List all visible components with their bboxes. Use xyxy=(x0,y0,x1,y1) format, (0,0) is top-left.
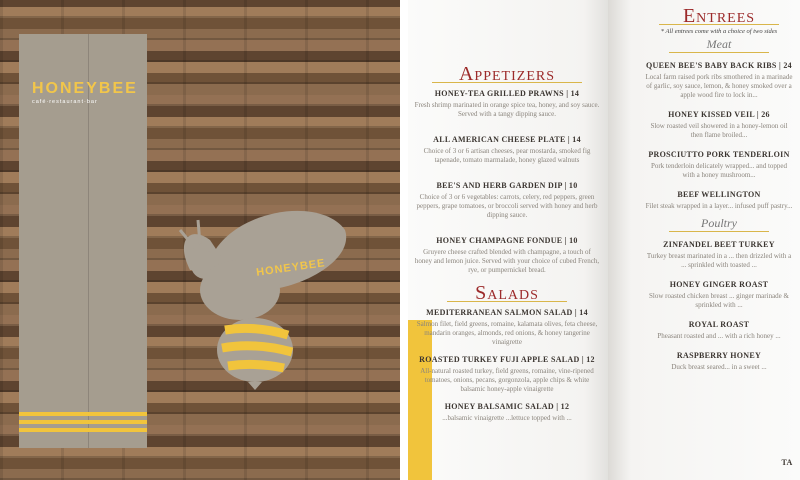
menu-item: HONEY CHAMPAGNE FONDUE | 10 Gruyere chee… xyxy=(414,236,600,275)
item-description: Duck breast seared... in a sweet ... xyxy=(671,363,767,371)
menu-item: MEDITERRANEAN SALMON SALAD | 14 Salmon f… xyxy=(414,308,600,347)
menu-item: HONEY BALSAMIC SALAD | 12 ...balsamic vi… xyxy=(414,402,600,423)
item-description: Salmon filet, field greens, romaine, kal… xyxy=(416,320,598,346)
menu-interior-photo: Appetizers HONEY-TEA GRILLED PRAWNS | 14… xyxy=(408,0,800,480)
item-name: RASPBERRY HONEY xyxy=(676,351,762,360)
item-name: ALL AMERICAN CHEESE PLATE | 14 xyxy=(433,135,581,144)
menu-item: BEEF WELLINGTON Filet steak wrapped in a… xyxy=(644,190,794,211)
item-description: Pheasant roasted and ... with a rich hon… xyxy=(657,332,781,340)
divider xyxy=(669,52,769,53)
item-name: PROSCIUTTO PORK TENDERLOIN xyxy=(648,150,790,159)
menu-item: BEE'S AND HERB GARDEN DIP | 10 Choice of… xyxy=(414,181,600,220)
poultry-title: Poultry xyxy=(701,216,737,230)
item-name: HONEY CHAMPAGNE FONDUE | 10 xyxy=(436,236,578,245)
item-description: Gruyere cheese crafted blended with cham… xyxy=(414,248,600,274)
item-name: QUEEN BEE'S BABY BACK RIBS | 24 xyxy=(646,61,792,70)
item-description: ...balsamic vinaigrette ...lettuce toppe… xyxy=(442,414,572,422)
item-name: HONEY-TEA GRILLED PRAWNS | 14 xyxy=(434,89,580,98)
meat-title: Meat xyxy=(706,37,732,51)
item-description: Fresh shrimp marinated in orange spice t… xyxy=(414,101,600,118)
item-description: All-natural roasted turkey, field greens… xyxy=(420,367,594,393)
logo-name: HONEYBEE xyxy=(32,80,138,97)
item-name: BEE'S AND HERB GARDEN DIP | 10 xyxy=(436,181,578,190)
honeybee-logo: HONEYBEE café·restaurant·bar xyxy=(32,80,147,105)
item-description: Turkey breast marinated in a ... then dr… xyxy=(646,252,792,269)
logo-tagline: café·restaurant·bar xyxy=(32,99,98,105)
menu-item: ALL AMERICAN CHEESE PLATE | 14 Choice of… xyxy=(414,135,600,165)
item-description: Filet steak wrapped in a layer... infuse… xyxy=(645,202,793,210)
item-description: Slow roasted chicken breast ... ginger m… xyxy=(649,292,789,309)
bee-die-cut-icon xyxy=(178,210,347,390)
entrees-note: * All entrees come with a choice of two … xyxy=(660,28,778,35)
item-description: Pork tenderloin delicately wrapped... an… xyxy=(650,162,788,179)
item-description: Local farm raised pork ribs smothered in… xyxy=(645,73,793,99)
cover-stripe xyxy=(19,420,147,424)
menu-item: PROSCIUTTO PORK TENDERLOIN Pork tenderlo… xyxy=(644,150,794,180)
item-name: ROASTED TURKEY FUJI APPLE SALAD | 12 xyxy=(419,355,595,364)
menu-item: ZINFANDEL BEET TURKEY Turkey breast mari… xyxy=(644,240,794,270)
item-name: BEEF WELLINGTON xyxy=(677,190,761,199)
menu-item: RASPBERRY HONEY Duck breast seared... in… xyxy=(644,351,794,372)
appetizers-title: Appetizers xyxy=(458,63,555,85)
entrees-title: Entrees xyxy=(682,5,756,27)
menu-cover-photo: HONEYBEE café·restaurant·bar HONEYBEE xyxy=(0,0,400,480)
menu-item: HONEY GINGER ROAST Slow roasted chicken … xyxy=(644,280,794,310)
menu-item: QUEEN BEE'S BABY BACK RIBS | 24 Local fa… xyxy=(644,61,794,100)
item-name: ROYAL ROAST xyxy=(688,320,750,329)
item-name: ZINFANDEL BEET TURKEY xyxy=(663,240,775,249)
item-name: MEDITERRANEAN SALMON SALAD | 14 xyxy=(426,308,588,317)
menu-item: ROYAL ROAST Pheasant roasted and ... wit… xyxy=(644,320,794,341)
menu-item: HONEY-TEA GRILLED PRAWNS | 14 Fresh shri… xyxy=(414,89,600,119)
menu-item: HONEY KISSED VEIL | 26 Slow roasted veil… xyxy=(644,110,794,140)
cover-stripe xyxy=(19,428,147,432)
item-name: HONEY BALSAMIC SALAD | 12 xyxy=(444,402,570,411)
menu-item: ROASTED TURKEY FUJI APPLE SALAD | 12 All… xyxy=(414,355,600,394)
appetizers-section: Appetizers HONEY-TEA GRILLED PRAWNS | 14… xyxy=(414,63,600,423)
item-description: Slow roasted veil showered in a honey-le… xyxy=(650,122,788,139)
panel-divider xyxy=(400,0,408,480)
divider xyxy=(669,231,769,232)
cover-stripe xyxy=(19,412,147,416)
item-name: HONEY KISSED VEIL | 26 xyxy=(668,110,770,119)
cut-off-heading: TA xyxy=(781,458,793,467)
item-name: HONEY GINGER ROAST xyxy=(669,280,769,289)
item-description: Choice of 3 or 6 vegetables: carrots, ce… xyxy=(416,193,598,219)
item-description: Choice of 3 or 6 artisan cheeses, pear m… xyxy=(423,147,591,164)
entrees-section: Entrees * All entrees come with a choice… xyxy=(644,5,794,372)
salads-title: Salads xyxy=(475,282,539,304)
